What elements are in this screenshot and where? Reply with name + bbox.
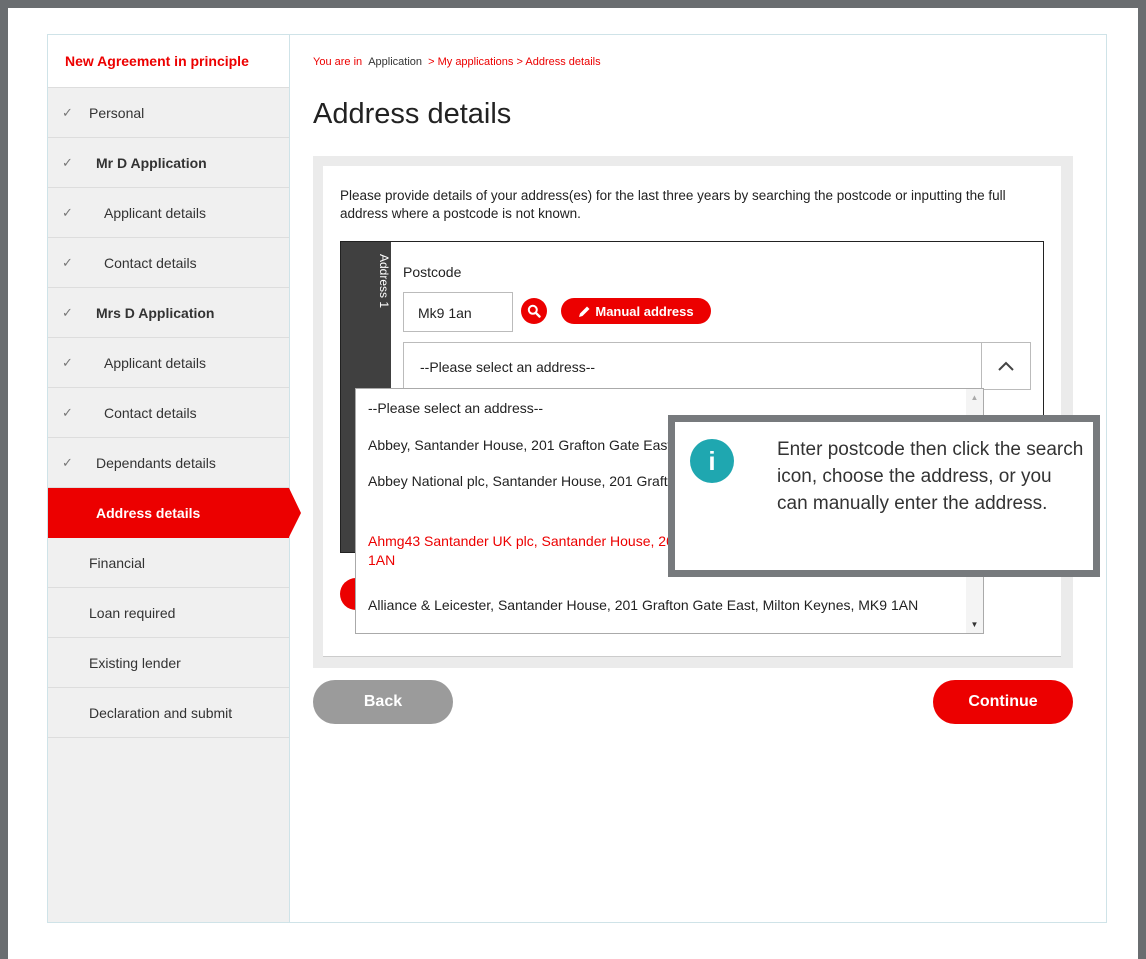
sidebar-item-mrs-applicant-details[interactable]: ✓ Applicant details [48, 338, 289, 388]
address-select[interactable]: --Please select an address-- [403, 342, 1031, 390]
info-icon: i [690, 439, 734, 483]
sidebar-item-label: Existing lender [89, 654, 181, 671]
sidebar-item-mr-applicant-details[interactable]: ✓ Applicant details [48, 188, 289, 238]
manual-address-label: Manual address [595, 303, 694, 319]
breadcrumb: You are in Application > My applications… [313, 56, 601, 68]
scroll-up-icon[interactable]: ▲ [966, 389, 983, 406]
postcode-label: Postcode [403, 264, 462, 280]
sidebar-item-label: Contact details [104, 254, 197, 271]
search-button[interactable] [521, 298, 547, 324]
window-frame-top [0, 0, 1146, 8]
back-button[interactable]: Back [313, 680, 453, 724]
search-icon [527, 304, 541, 318]
breadcrumb-prefix: You are in [313, 56, 363, 68]
check-icon: ✓ [62, 105, 73, 120]
postcode-input[interactable]: Mk9 1an [403, 292, 513, 332]
sidebar-item-personal[interactable]: ✓ Personal [48, 88, 289, 138]
window-frame-left [0, 0, 8, 959]
breadcrumb-root[interactable]: Application [368, 56, 422, 68]
address-tab-label: Address 1 [377, 254, 391, 309]
breadcrumb-separator: > [428, 56, 435, 68]
manual-address-button[interactable]: Manual address [561, 298, 711, 324]
sidebar-item-financial[interactable]: Financial [48, 538, 289, 588]
check-icon: ✓ [62, 355, 73, 370]
dropdown-option[interactable]: Alliance & Leicester, Santander House, 2… [368, 596, 958, 615]
sidebar-item-label: Dependants details [96, 454, 216, 471]
sidebar-item-label: Financial [89, 554, 146, 571]
sidebar-item-mr-d-application[interactable]: ✓ Mr D Application [48, 138, 289, 188]
sidebar-item-label: Address details [96, 504, 201, 521]
sidebar-item-address-details[interactable]: Address details [48, 488, 301, 538]
scroll-down-icon[interactable]: ▼ [966, 616, 983, 633]
sidebar-item-label: Applicant details [104, 204, 206, 221]
check-icon: ✓ [62, 455, 73, 470]
sidebar-item-label: Applicant details [104, 354, 206, 371]
intro-text: Please provide details of your address(e… [340, 188, 1006, 221]
check-icon: ✓ [62, 405, 73, 420]
window-frame-right [1138, 0, 1146, 959]
sidebar-item-label: Declaration and submit [89, 704, 233, 721]
check-icon: ✓ [62, 255, 73, 270]
check-icon: ✓ [62, 155, 73, 170]
sidebar-item-label: Mr D Application [96, 154, 207, 171]
sidebar-item-label: Mrs D Application [96, 304, 215, 321]
sidebar-item-existing-lender[interactable]: Existing lender [48, 638, 289, 688]
pencil-icon [579, 306, 590, 317]
sidebar-item-dependants-details[interactable]: ✓ Dependants details [48, 438, 289, 488]
sidebar-item-mrs-contact-details[interactable]: ✓ Contact details [48, 388, 289, 438]
sidebar-item-label: Loan required [89, 604, 176, 621]
chevron-up-icon[interactable] [981, 343, 1030, 389]
breadcrumb-my-applications[interactable]: My applications [438, 56, 514, 68]
sidebar-item-declaration-and-submit[interactable]: Declaration and submit [48, 688, 289, 738]
sidebar-item-mr-contact-details[interactable]: ✓ Contact details [48, 238, 289, 288]
tooltip-text: Enter postcode then click the search ico… [777, 439, 1084, 514]
help-tooltip: i Enter postcode then click the search i… [668, 415, 1100, 577]
sidebar-item-label: Personal [89, 104, 145, 121]
sidebar-item-loan-required[interactable]: Loan required [48, 588, 289, 638]
sidebar-item-label: Contact details [104, 404, 197, 421]
breadcrumb-current: Address details [525, 56, 601, 68]
continue-button[interactable]: Continue [933, 680, 1073, 724]
check-icon: ✓ [62, 305, 73, 320]
sidebar-item-mrs-d-application[interactable]: ✓ Mrs D Application [48, 288, 289, 338]
breadcrumb-separator: > [516, 56, 523, 68]
sidebar: New Agreement in principle ✓ Personal ✓ … [48, 35, 301, 922]
sidebar-title[interactable]: New Agreement in principle [48, 35, 289, 88]
address-select-value: --Please select an address-- [420, 359, 596, 375]
page-title: Address details [313, 98, 512, 130]
check-icon: ✓ [62, 205, 73, 220]
